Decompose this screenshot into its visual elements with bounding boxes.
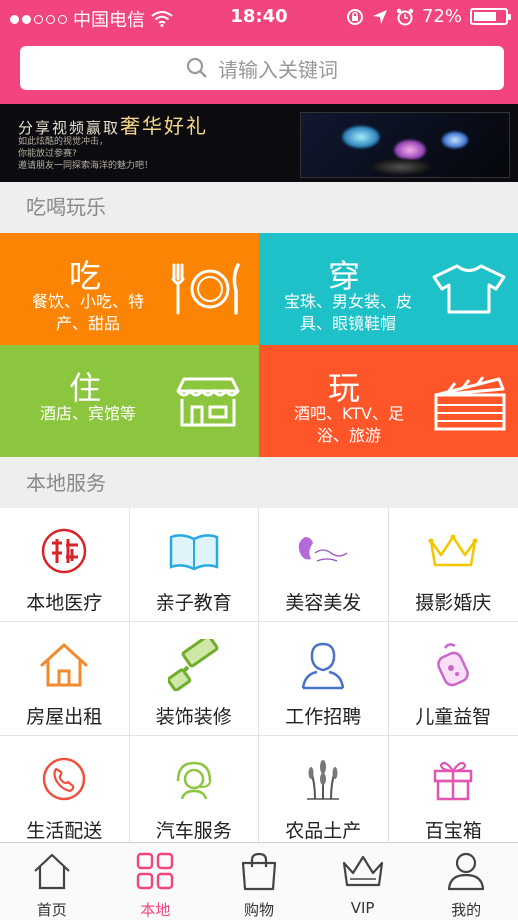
service-label: 儿童益智 [415, 706, 492, 728]
tab-label: 购物 [243, 901, 274, 919]
category-wear[interactable]: 穿 宝珠、男女装、皮具、眼镜鞋帽 [259, 233, 518, 345]
home-icon [34, 853, 70, 890]
tab-shopping[interactable]: 购物 [207, 843, 311, 920]
tab-label: 首页 [36, 901, 67, 919]
search-placeholder: 请输入关键词 [218, 57, 338, 82]
search-icon [186, 57, 207, 78]
service-treasure-box[interactable]: 百宝箱 [388, 736, 518, 850]
gift-icon [434, 761, 473, 801]
tab-label: 我的 [451, 901, 482, 919]
category-eat[interactable]: 吃 餐饮、小吃、特产、甜品 [0, 233, 259, 345]
category-desc: 酒店、宾馆等 [39, 404, 136, 423]
service-car[interactable]: 汽车服务 [129, 736, 259, 850]
section-title-local: 本地服务 [0, 458, 518, 508]
service-label: 装饰装修 [155, 706, 232, 728]
service-label: 摄影婚庆 [415, 592, 492, 614]
baby-bottle-icon [437, 643, 470, 687]
location-icon [372, 9, 387, 24]
clapperboard-icon [434, 376, 506, 431]
banner-subtext: 如此炫酷的视觉冲击， 你能放过参赛? 邀请朋友一同探索海洋的魅力吧！ [18, 136, 153, 172]
battery-percent: 72% [421, 6, 462, 27]
house-icon [40, 643, 88, 687]
category-desc: 餐饮、小吃、特产、甜品 [31, 292, 144, 333]
tab-label: VIP [350, 899, 375, 917]
medical-seal-icon [42, 528, 87, 574]
service-jobs[interactable]: 工作招聘 [259, 622, 389, 736]
rotation-lock-icon [346, 8, 363, 25]
headset-icon [176, 761, 211, 800]
shopping-bag-icon [241, 852, 277, 891]
wheat-icon [307, 760, 340, 800]
service-education[interactable]: 亲子教育 [129, 508, 259, 622]
service-grid: 本地医疗 亲子教育 美容美发 摄影婚庆 房屋出租 装饰装修 工作招聘 儿童益智 … [0, 508, 518, 850]
tab-vip[interactable]: VIP [311, 843, 415, 920]
section-title-fun: 吃喝玩乐 [0, 182, 518, 232]
book-icon [169, 534, 218, 571]
banner-headline: 分享视频赢取奢华好礼 [18, 110, 208, 139]
status-right: 72% [346, 6, 511, 27]
banner-headline-highlight: 奢华好礼 [120, 114, 209, 138]
tab-local[interactable]: 本地 [104, 843, 208, 920]
service-label: 百宝箱 [424, 820, 482, 842]
service-label: 美容美发 [285, 592, 362, 614]
status-bar: 中国电信 18:40 72% [0, 0, 518, 34]
tab-label: 本地 [140, 901, 171, 919]
top-header: 中国电信 18:40 72% 请输入关键词 [0, 0, 518, 104]
service-kids[interactable]: 儿童益智 [388, 622, 518, 736]
service-rental[interactable]: 房屋出租 [0, 622, 130, 736]
utensils-icon [171, 263, 240, 315]
battery-icon [470, 8, 511, 25]
user-icon [448, 852, 485, 891]
banner-sub-line: 你能放过参赛? [18, 149, 77, 159]
category-desc: 酒吧、KTV、足浴、旅游 [294, 404, 404, 445]
tab-home[interactable]: 首页 [0, 843, 104, 920]
banner-sub-line: 邀请朋友一同探索海洋的魅力吧！ [18, 161, 154, 171]
shop-icon [176, 377, 240, 427]
banner-sub-line: 如此炫酷的视觉冲击， [18, 137, 109, 147]
banner-tv-image [300, 112, 510, 178]
tab-mine[interactable]: 我的 [414, 843, 518, 920]
person-icon [302, 642, 345, 690]
service-label: 农品土产 [285, 820, 362, 842]
grid-icon [137, 852, 174, 890]
vip-crown-icon [342, 855, 383, 887]
category-stay[interactable]: 住 酒店、宾馆等 [0, 345, 259, 457]
bottom-tab-bar: 首页 本地 购物 VIP 我的 [0, 842, 518, 920]
service-label: 本地医疗 [26, 592, 103, 614]
service-farm-products[interactable]: 农品土产 [259, 736, 389, 850]
banner-headline-prefix: 分享视频赢取 [18, 119, 121, 137]
search-input[interactable]: 请输入关键词 [20, 46, 504, 90]
promo-banner[interactable]: 分享视频赢取奢华好礼 如此炫酷的视觉冲击， 你能放过参赛? 邀请朋友一同探索海洋… [0, 104, 518, 182]
service-label: 房屋出租 [26, 706, 103, 728]
service-photo-wedding[interactable]: 摄影婚庆 [388, 508, 518, 622]
service-decoration[interactable]: 装饰装修 [129, 622, 259, 736]
service-label: 亲子教育 [155, 592, 232, 614]
category-play[interactable]: 玩 酒吧、KTV、足浴、旅游 [259, 345, 518, 457]
paint-roller-icon [167, 639, 219, 691]
alarm-icon [396, 8, 414, 25]
service-label: 工作招聘 [285, 706, 362, 728]
salon-logo-icon [299, 537, 348, 562]
tshirt-icon [432, 264, 506, 314]
service-label: 汽车服务 [155, 820, 232, 842]
service-medical[interactable]: 本地医疗 [0, 508, 130, 622]
category-desc: 宝珠、男女装、皮具、眼镜鞋帽 [283, 292, 412, 333]
service-label: 生活配送 [26, 820, 103, 842]
service-beauty[interactable]: 美容美发 [259, 508, 389, 622]
crown-icon [428, 534, 478, 567]
service-delivery[interactable]: 生活配送 [0, 736, 130, 850]
phone-delivery-icon [43, 757, 86, 801]
